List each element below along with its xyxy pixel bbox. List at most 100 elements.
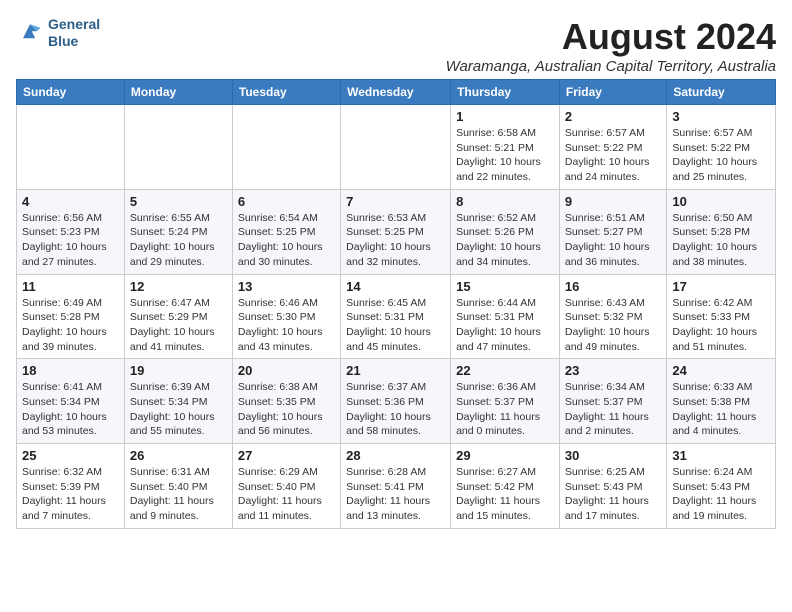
day-info: Sunrise: 6:41 AM Sunset: 5:34 PM Dayligh… — [22, 380, 119, 439]
day-number: 4 — [22, 194, 119, 209]
day-number: 21 — [346, 363, 445, 378]
day-number: 2 — [565, 109, 661, 124]
calendar-header-row: SundayMondayTuesdayWednesdayThursdayFrid… — [17, 80, 776, 105]
day-info: Sunrise: 6:28 AM Sunset: 5:41 PM Dayligh… — [346, 465, 445, 524]
day-cell: 30 Sunrise: 6:25 AM Sunset: 5:43 PM Dayli… — [559, 444, 666, 529]
day-number: 6 — [238, 194, 335, 209]
day-cell: 1 Sunrise: 6:58 AM Sunset: 5:21 PM Daylig… — [451, 105, 560, 190]
day-info: Sunrise: 6:49 AM Sunset: 5:28 PM Dayligh… — [22, 296, 119, 355]
day-cell — [341, 105, 451, 190]
day-info: Sunrise: 6:55 AM Sunset: 5:24 PM Dayligh… — [130, 211, 227, 270]
header-saturday: Saturday — [667, 80, 776, 105]
month-title: August 2024 — [446, 16, 776, 58]
day-number: 7 — [346, 194, 445, 209]
day-info: Sunrise: 6:58 AM Sunset: 5:21 PM Dayligh… — [456, 126, 554, 185]
day-info: Sunrise: 6:31 AM Sunset: 5:40 PM Dayligh… — [130, 465, 227, 524]
day-info: Sunrise: 6:27 AM Sunset: 5:42 PM Dayligh… — [456, 465, 554, 524]
day-cell: 22 Sunrise: 6:36 AM Sunset: 5:37 PM Dayli… — [451, 359, 560, 444]
day-cell: 27 Sunrise: 6:29 AM Sunset: 5:40 PM Dayli… — [232, 444, 340, 529]
day-cell — [17, 105, 125, 190]
day-number: 16 — [565, 279, 661, 294]
day-cell: 14Sunrise: 6:45 AM Sunset: 5:31 PM Dayli… — [341, 274, 451, 359]
logo-icon — [16, 19, 44, 47]
day-cell: 31 Sunrise: 6:24 AM Sunset: 5:43 PM Dayli… — [667, 444, 776, 529]
day-cell: 28 Sunrise: 6:28 AM Sunset: 5:41 PM Dayli… — [341, 444, 451, 529]
day-number: 23 — [565, 363, 661, 378]
header-thursday: Thursday — [451, 80, 560, 105]
day-cell: 6 Sunrise: 6:54 AM Sunset: 5:25 PM Daylig… — [232, 189, 340, 274]
day-info: Sunrise: 6:51 AM Sunset: 5:27 PM Dayligh… — [565, 211, 661, 270]
day-cell: 9 Sunrise: 6:51 AM Sunset: 5:27 PM Daylig… — [559, 189, 666, 274]
day-info: Sunrise: 6:38 AM Sunset: 5:35 PM Dayligh… — [238, 380, 335, 439]
day-number: 27 — [238, 448, 335, 463]
page-header: General Blue August 2024 Waramanga, Aust… — [16, 16, 776, 75]
week-row-4: 18 Sunrise: 6:41 AM Sunset: 5:34 PM Dayli… — [17, 359, 776, 444]
day-cell: 10 Sunrise: 6:50 AM Sunset: 5:28 PM Dayli… — [667, 189, 776, 274]
calendar-table: SundayMondayTuesdayWednesdayThursdayFrid… — [16, 79, 776, 529]
day-number: 20 — [238, 363, 335, 378]
day-number: 30 — [565, 448, 661, 463]
day-info: Sunrise: 6:50 AM Sunset: 5:28 PM Dayligh… — [672, 211, 770, 270]
day-info: Sunrise: 6:57 AM Sunset: 5:22 PM Dayligh… — [565, 126, 661, 185]
day-number: 28 — [346, 448, 445, 463]
day-number: 17 — [672, 279, 770, 294]
day-cell: 26 Sunrise: 6:31 AM Sunset: 5:40 PM Dayli… — [124, 444, 232, 529]
day-info: Sunrise: 6:54 AM Sunset: 5:25 PM Dayligh… — [238, 211, 335, 270]
day-info: Sunrise: 6:56 AM Sunset: 5:23 PM Dayligh… — [22, 211, 119, 270]
day-info: Sunrise: 6:25 AM Sunset: 5:43 PM Dayligh… — [565, 465, 661, 524]
day-info: Sunrise: 6:32 AM Sunset: 5:39 PM Dayligh… — [22, 465, 119, 524]
day-info: Sunrise: 6:33 AM Sunset: 5:38 PM Dayligh… — [672, 380, 770, 439]
day-number: 31 — [672, 448, 770, 463]
day-number: 19 — [130, 363, 227, 378]
day-info: Sunrise: 6:24 AM Sunset: 5:43 PM Dayligh… — [672, 465, 770, 524]
header-wednesday: Wednesday — [341, 80, 451, 105]
day-number: 1 — [456, 109, 554, 124]
header-sunday: Sunday — [17, 80, 125, 105]
day-info: Sunrise: 6:29 AM Sunset: 5:40 PM Dayligh… — [238, 465, 335, 524]
location-subtitle: Waramanga, Australian Capital Territory,… — [446, 58, 776, 75]
logo-text: General Blue — [48, 16, 100, 50]
day-number: 11 — [22, 279, 119, 294]
day-info: Sunrise: 6:44 AM Sunset: 5:31 PM Dayligh… — [456, 296, 554, 355]
day-cell: 15 Sunrise: 6:44 AM Sunset: 5:31 PM Dayli… — [451, 274, 560, 359]
day-info: Sunrise: 6:42 AM Sunset: 5:33 PM Dayligh… — [672, 296, 770, 355]
day-info: Sunrise: 6:46 AM Sunset: 5:30 PM Dayligh… — [238, 296, 335, 355]
day-number: 26 — [130, 448, 227, 463]
day-info: Sunrise: 6:52 AM Sunset: 5:26 PM Dayligh… — [456, 211, 554, 270]
day-number: 3 — [672, 109, 770, 124]
day-cell: 18 Sunrise: 6:41 AM Sunset: 5:34 PM Dayli… — [17, 359, 125, 444]
day-cell: 16 Sunrise: 6:43 AM Sunset: 5:32 PM Dayli… — [559, 274, 666, 359]
day-number: 13 — [238, 279, 335, 294]
day-cell — [124, 105, 232, 190]
day-number: 5 — [130, 194, 227, 209]
day-info: Sunrise: 6:57 AM Sunset: 5:22 PM Dayligh… — [672, 126, 770, 185]
day-cell: 25Sunrise: 6:32 AM Sunset: 5:39 PM Dayli… — [17, 444, 125, 529]
day-cell: 12Sunrise: 6:47 AM Sunset: 5:29 PM Dayli… — [124, 274, 232, 359]
day-cell — [232, 105, 340, 190]
day-number: 9 — [565, 194, 661, 209]
day-number: 22 — [456, 363, 554, 378]
day-cell: 13 Sunrise: 6:46 AM Sunset: 5:30 PM Dayli… — [232, 274, 340, 359]
logo: General Blue — [16, 16, 100, 50]
header-friday: Friday — [559, 80, 666, 105]
week-row-1: 1 Sunrise: 6:58 AM Sunset: 5:21 PM Daylig… — [17, 105, 776, 190]
day-info: Sunrise: 6:39 AM Sunset: 5:34 PM Dayligh… — [130, 380, 227, 439]
day-info: Sunrise: 6:47 AM Sunset: 5:29 PM Dayligh… — [130, 296, 227, 355]
title-block: August 2024 Waramanga, Australian Capita… — [446, 16, 776, 75]
day-number: 18 — [22, 363, 119, 378]
day-info: Sunrise: 6:43 AM Sunset: 5:32 PM Dayligh… — [565, 296, 661, 355]
day-info: Sunrise: 6:36 AM Sunset: 5:37 PM Dayligh… — [456, 380, 554, 439]
day-cell: 21 Sunrise: 6:37 AM Sunset: 5:36 PM Dayli… — [341, 359, 451, 444]
header-monday: Monday — [124, 80, 232, 105]
day-cell: 24Sunrise: 6:33 AM Sunset: 5:38 PM Dayli… — [667, 359, 776, 444]
day-info: Sunrise: 6:37 AM Sunset: 5:36 PM Dayligh… — [346, 380, 445, 439]
header-tuesday: Tuesday — [232, 80, 340, 105]
day-number: 10 — [672, 194, 770, 209]
day-number: 14 — [346, 279, 445, 294]
day-cell: 11 Sunrise: 6:49 AM Sunset: 5:28 PM Dayli… — [17, 274, 125, 359]
day-number: 15 — [456, 279, 554, 294]
day-cell: 17 Sunrise: 6:42 AM Sunset: 5:33 PM Dayli… — [667, 274, 776, 359]
day-cell: 4 Sunrise: 6:56 AM Sunset: 5:23 PM Daylig… — [17, 189, 125, 274]
day-cell: 3 Sunrise: 6:57 AM Sunset: 5:22 PM Daylig… — [667, 105, 776, 190]
day-number: 8 — [456, 194, 554, 209]
